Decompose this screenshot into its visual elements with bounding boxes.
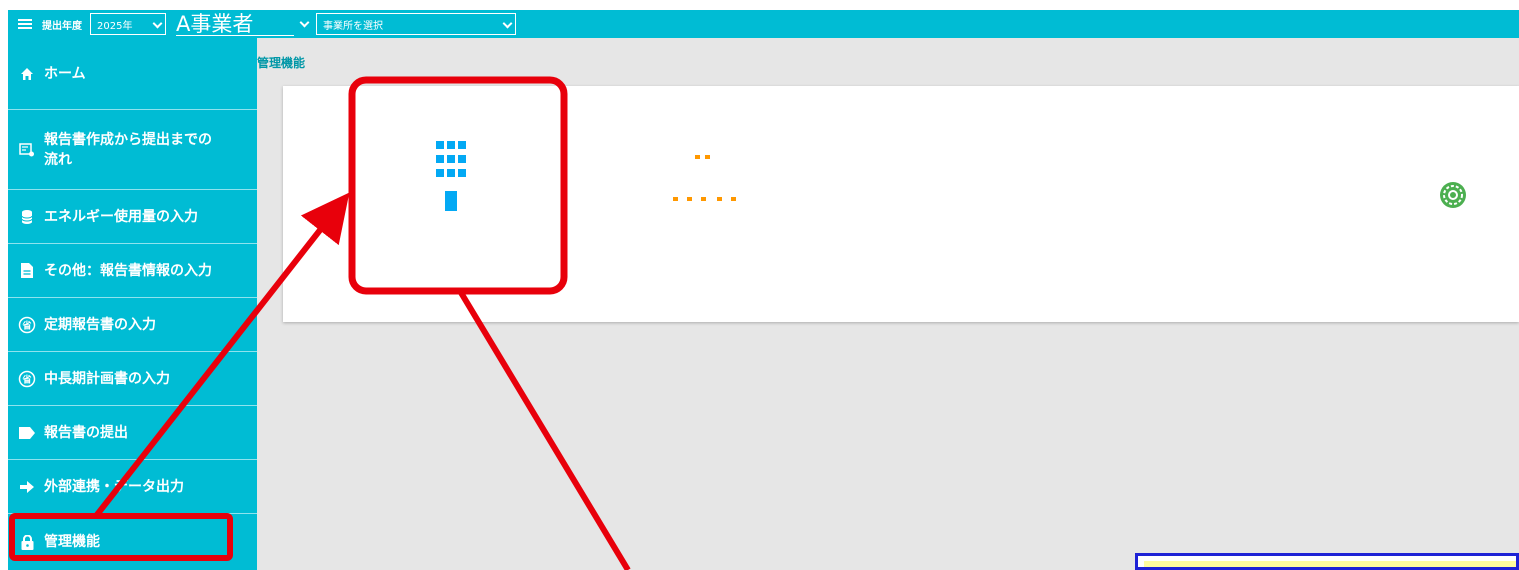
sidebar: ホーム 報告書作成から提出までの流れ エネルギー使用量の入力 その他：報告書情報… — [8, 38, 257, 570]
sidebar-item-label: ホーム — [44, 65, 86, 82]
chevron-down-icon[interactable] — [300, 19, 310, 29]
lock-icon — [18, 533, 36, 551]
sidebar-item-label: 管理機能 — [44, 534, 100, 550]
tile-label: 事業者管理 — [429, 255, 490, 269]
tile-label-line: 使用管理 — [921, 255, 970, 269]
electronic-processing-org-tile[interactable]: 電子情報処理組織 使用管理 — [862, 97, 1030, 279]
arrow-right-icon — [18, 478, 36, 496]
fiscal-year-value: 2025年 — [97, 20, 133, 32]
callout-box — [1135, 553, 1519, 570]
factory-icon — [667, 129, 743, 209]
admin-tiles-panel: 事業者管理 事業所管理 電子情報処理組織 使用管理 省エネ法（工場等） 開示制度… — [283, 86, 1519, 322]
document-icon — [915, 126, 979, 212]
fiscal-year-label: 提出年度 — [42, 20, 82, 32]
sidebar-item-admin[interactable]: 管理機能 — [8, 514, 257, 570]
sidebar-item-report-submit[interactable]: 報告書の提出 — [8, 406, 257, 460]
sidebar-item-periodic-report[interactable]: 省 定期報告書の入力 — [8, 298, 257, 352]
home-icon — [18, 65, 36, 83]
fiscal-year-select[interactable]: 2025年 — [90, 13, 166, 35]
document-icon — [18, 262, 36, 280]
company-name[interactable]: A事業者 — [176, 13, 294, 36]
sidebar-item-mid-long-plan[interactable]: 省 中長期計画書の入力 — [8, 352, 257, 406]
svg-text:省: 省 — [21, 373, 31, 385]
main-content: 管理機能 事業者管理 事業所管理 電子情報処理組織 使用管理 省エネ法（工場等）… — [257, 38, 1519, 570]
office-select-value: 事業所を選択 — [323, 20, 383, 32]
callout-box-fill — [1144, 561, 1516, 567]
tile-label-line: 電子情報処理組織 — [897, 241, 994, 255]
sidebar-item-flow[interactable]: 報告書作成から提出までの流れ — [8, 110, 257, 190]
tile-label-line: 開示制度情報入力 — [1139, 255, 1236, 269]
business-operator-management-tile[interactable]: 事業者管理 — [376, 97, 544, 279]
document-icon — [1157, 126, 1221, 212]
label-icon — [18, 424, 36, 442]
flow-icon — [18, 141, 36, 159]
sidebar-item-label: その他：報告書情報の入力 — [44, 262, 212, 279]
tile-label: 事業所管理 — [672, 255, 733, 269]
sidebar-item-external-link[interactable]: 外部連携・データ出力 — [8, 460, 257, 514]
office-select[interactable]: 事業所を選択 — [316, 13, 516, 35]
tile-label: 省エネ法（工場等） 開示制度情報入力 — [1104, 241, 1272, 269]
sidebar-item-label: 報告書の提出 — [44, 424, 128, 441]
sidebar-item-home[interactable]: ホーム — [8, 38, 257, 110]
sidebar-item-label: 中長期計画書の入力 — [44, 370, 170, 387]
energy-saving-icon: 省 — [18, 316, 36, 334]
section-title: 管理機能 — [257, 56, 306, 70]
hamburger-menu-icon[interactable] — [18, 19, 32, 29]
energy-saving-icon: 省 — [18, 370, 36, 388]
disclosure-system-tile[interactable]: 省エネ法（工場等） 開示制度情報入力 — [1104, 97, 1272, 279]
sidebar-item-label: エネルギー使用量の入力 — [44, 208, 198, 225]
sidebar-item-energy-input[interactable]: エネルギー使用量の入力 — [8, 190, 257, 244]
chevron-down-icon — [502, 18, 513, 29]
chevron-down-icon — [152, 18, 163, 29]
tile-label-line: 省エネ法（工場等） — [1133, 241, 1242, 255]
database-icon — [18, 208, 36, 226]
svg-text:省: 省 — [21, 319, 31, 331]
tile-label: その他 — [1412, 255, 1449, 269]
sidebar-item-label: 報告書作成から提出までの流れ — [44, 131, 212, 168]
tile-label: 電子情報処理組織 使用管理 — [862, 241, 1030, 269]
user-gear-icon — [1393, 129, 1469, 209]
sidebar-item-label: 外部連携・データ出力 — [44, 478, 184, 495]
other-tile[interactable]: その他 — [1347, 97, 1515, 279]
top-bar: 提出年度 2025年 A事業者 事業所を選択 — [8, 10, 1519, 38]
building-icon — [430, 131, 494, 211]
sidebar-item-label: 定期報告書の入力 — [44, 316, 156, 333]
sidebar-item-other-info[interactable]: その他：報告書情報の入力 — [8, 244, 257, 298]
office-management-tile[interactable]: 事業所管理 — [619, 97, 787, 279]
